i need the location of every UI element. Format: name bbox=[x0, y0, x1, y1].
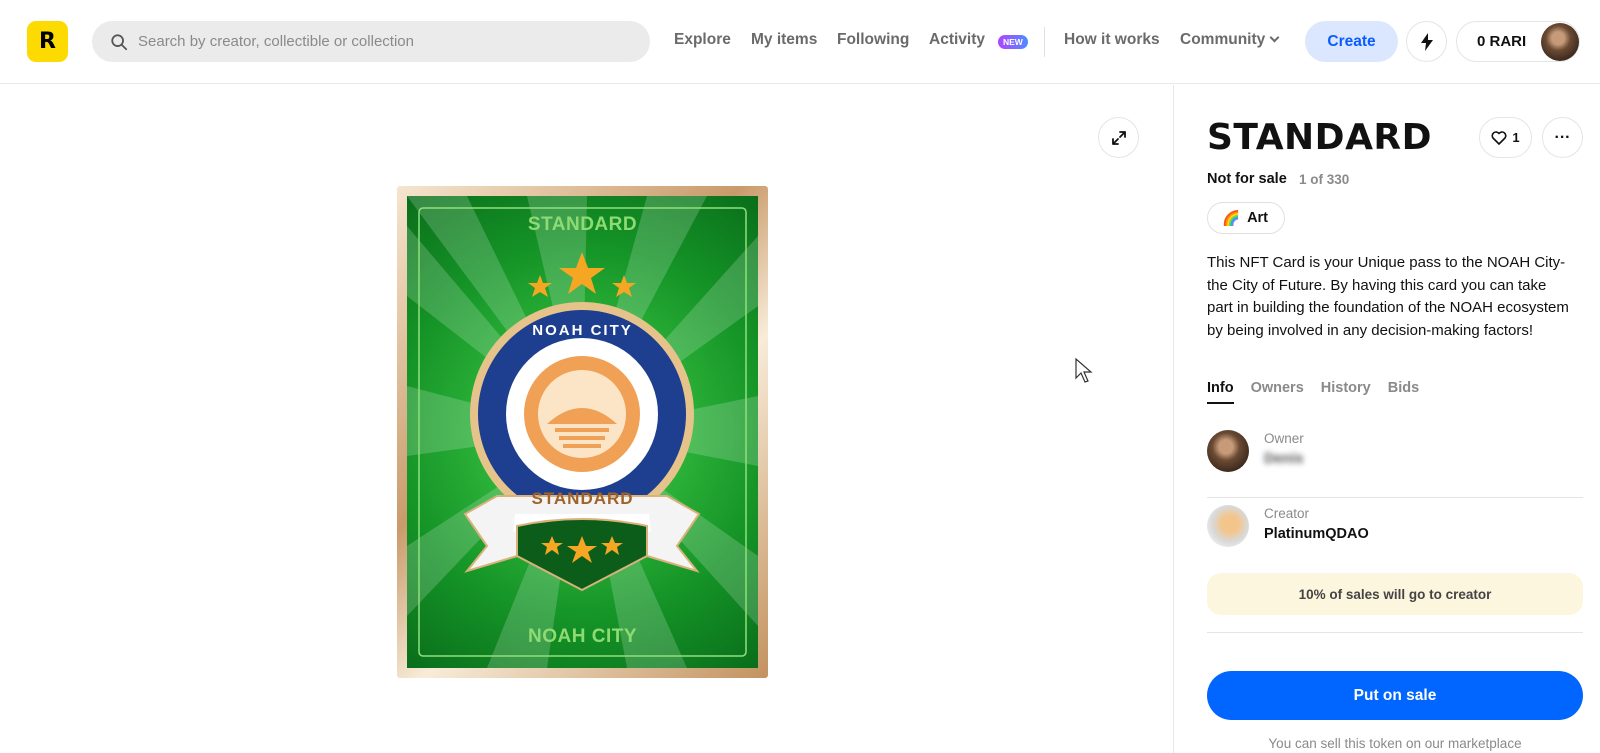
category-label: Art bbox=[1247, 210, 1269, 226]
card-art-graphic bbox=[407, 196, 758, 668]
divider bbox=[1207, 497, 1583, 498]
search-input[interactable] bbox=[138, 33, 618, 50]
create-button[interactable]: Create bbox=[1305, 21, 1398, 62]
creator-name[interactable]: PlatinumQDAO bbox=[1264, 526, 1369, 542]
owner-name[interactable]: Denis bbox=[1264, 451, 1304, 467]
chevron-down-icon bbox=[1269, 32, 1280, 43]
owner-avatar[interactable] bbox=[1207, 430, 1249, 472]
category-tag[interactable]: 🌈 Art bbox=[1207, 202, 1286, 234]
like-count: 1 bbox=[1512, 130, 1520, 145]
wallet-button[interactable]: 0 RARI bbox=[1456, 21, 1580, 62]
card-ribbon-label: STANDARD bbox=[531, 489, 634, 508]
rainbow-icon: 🌈 bbox=[1222, 210, 1241, 227]
nav-community[interactable]: Community bbox=[1180, 31, 1280, 49]
royalty-notice: 10% of sales will go to creator bbox=[1207, 573, 1583, 615]
heart-icon bbox=[1491, 130, 1507, 145]
more-options-button[interactable]: ··· bbox=[1542, 117, 1583, 158]
divider bbox=[1207, 632, 1583, 633]
nav-divider bbox=[1044, 27, 1045, 57]
put-on-sale-button[interactable]: Put on sale bbox=[1207, 671, 1583, 720]
nav-my-items[interactable]: My items bbox=[751, 31, 817, 49]
nav-how-it-works[interactable]: How it works bbox=[1064, 31, 1160, 49]
top-header: R Explore My items Following Activity NE… bbox=[0, 0, 1600, 84]
logo-letter: R bbox=[39, 29, 56, 54]
nav-explore[interactable]: Explore bbox=[674, 31, 731, 49]
tab-info[interactable]: Info bbox=[1207, 380, 1234, 404]
edition-count: 1 of 330 bbox=[1299, 172, 1350, 187]
item-description: This NFT Card is your Unique pass to the… bbox=[1207, 254, 1569, 339]
detail-tabs: Info Owners History Bids bbox=[1207, 380, 1419, 404]
creator-avatar[interactable] bbox=[1207, 505, 1249, 547]
card-ring-label: NOAH CITY bbox=[532, 322, 633, 339]
tab-owners[interactable]: Owners bbox=[1251, 380, 1304, 404]
tab-bids[interactable]: Bids bbox=[1388, 380, 1419, 404]
new-badge: NEW bbox=[998, 35, 1028, 49]
creator-role-label: Creator bbox=[1264, 506, 1310, 521]
search-icon bbox=[111, 33, 128, 50]
sell-note: You can sell this token on our marketpla… bbox=[1268, 736, 1522, 751]
tab-history[interactable]: History bbox=[1321, 380, 1371, 404]
nav-activity[interactable]: Activity bbox=[929, 31, 985, 49]
rarible-logo[interactable]: R bbox=[27, 21, 68, 62]
fullscreen-button[interactable] bbox=[1098, 117, 1139, 158]
like-button[interactable]: 1 bbox=[1479, 117, 1532, 158]
lightning-icon bbox=[1420, 32, 1433, 51]
search-bar[interactable] bbox=[92, 21, 650, 62]
card-top-label: STANDARD bbox=[527, 214, 638, 235]
expand-icon bbox=[1111, 130, 1126, 145]
card-bottom-label: NOAH CITY bbox=[528, 626, 637, 647]
wallet-balance: 0 RARI bbox=[1477, 33, 1527, 50]
user-avatar[interactable] bbox=[1541, 23, 1579, 61]
item-details-panel: STANDARD 1 ··· Not for sale 1 of 330 🌈 A… bbox=[1173, 85, 1600, 753]
sale-status: Not for sale bbox=[1207, 171, 1287, 187]
item-title: STANDARD bbox=[1207, 117, 1433, 158]
card-artwork: STANDARD NOAH CITY STANDARD NOAH CITY bbox=[407, 196, 758, 668]
more-icon: ··· bbox=[1554, 128, 1571, 146]
lightning-button[interactable] bbox=[1406, 21, 1447, 62]
owner-role-label: Owner bbox=[1264, 431, 1304, 446]
nav-following[interactable]: Following bbox=[837, 31, 909, 49]
nav-community-label: Community bbox=[1180, 31, 1266, 48]
nft-card-image[interactable]: STANDARD NOAH CITY STANDARD NOAH CITY bbox=[397, 186, 768, 678]
mouse-cursor-icon bbox=[1075, 358, 1093, 383]
